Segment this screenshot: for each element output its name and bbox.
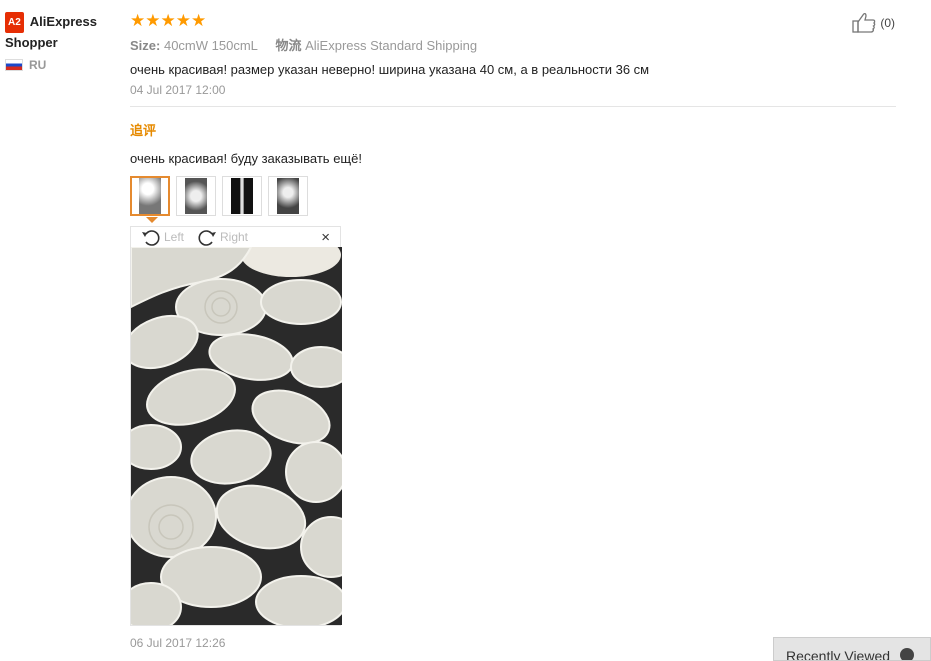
reviewer-country: RU bbox=[5, 58, 125, 72]
rotate-right-label: Right bbox=[220, 230, 249, 244]
rotate-right-icon bbox=[198, 230, 216, 246]
logistics-value: AliExpress Standard Shipping bbox=[305, 38, 478, 53]
viewer-toolbar: Left Right × bbox=[131, 227, 340, 247]
recently-viewed-label: Recently Viewed bbox=[786, 648, 891, 661]
photo-thumbnails bbox=[130, 176, 308, 216]
review-photo bbox=[131, 247, 342, 625]
photo-thumbnail[interactable] bbox=[268, 176, 308, 216]
rotate-left-button[interactable]: Left bbox=[141, 228, 184, 246]
divider bbox=[130, 106, 896, 107]
review-body: ★★★★★ Size: 40cmW 150cmL 物流 AliExpress S… bbox=[130, 12, 896, 166]
rotate-left-icon bbox=[142, 230, 160, 246]
photo-viewer: Left Right × bbox=[130, 226, 342, 626]
additional-review-label: 追评 bbox=[130, 123, 157, 138]
lace-photo-image bbox=[131, 247, 342, 625]
reviewer-name: A2 AliExpress Shopper bbox=[5, 12, 125, 52]
size-label: Size: bbox=[130, 38, 161, 53]
rotate-right-button[interactable]: Right bbox=[197, 228, 248, 246]
level-badge: A2 bbox=[5, 12, 24, 33]
review-text: очень красивая! размер указан неверно! ш… bbox=[130, 62, 650, 77]
chevron-up-icon bbox=[900, 648, 915, 660]
russia-flag-icon bbox=[5, 59, 23, 71]
close-viewer-button[interactable]: × bbox=[321, 229, 330, 246]
photo-thumbnail[interactable] bbox=[222, 176, 262, 216]
additional-review-text: очень красивая! буду заказывать ещё! bbox=[130, 151, 362, 166]
rotate-left-label: Left bbox=[164, 230, 185, 244]
reviewer-info: A2 AliExpress Shopper RU bbox=[5, 12, 125, 72]
size-value: 40cmW 150cmL bbox=[163, 38, 258, 53]
star-rating: ★★★★★ bbox=[130, 11, 207, 30]
logistics-label: 物流 bbox=[275, 38, 302, 53]
recently-viewed-button[interactable]: Recently Viewed bbox=[773, 637, 931, 661]
additional-review-date: 06 Jul 2017 12:26 bbox=[130, 636, 226, 650]
review-meta: Size: 40cmW 150cmL 物流 AliExpress Standar… bbox=[130, 35, 896, 54]
review-date: 04 Jul 2017 12:00 bbox=[130, 83, 226, 97]
country-code: RU bbox=[29, 58, 47, 72]
photo-thumbnail[interactable] bbox=[130, 176, 170, 216]
active-thumbnail-indicator bbox=[146, 217, 158, 223]
photo-thumbnail[interactable] bbox=[176, 176, 216, 216]
